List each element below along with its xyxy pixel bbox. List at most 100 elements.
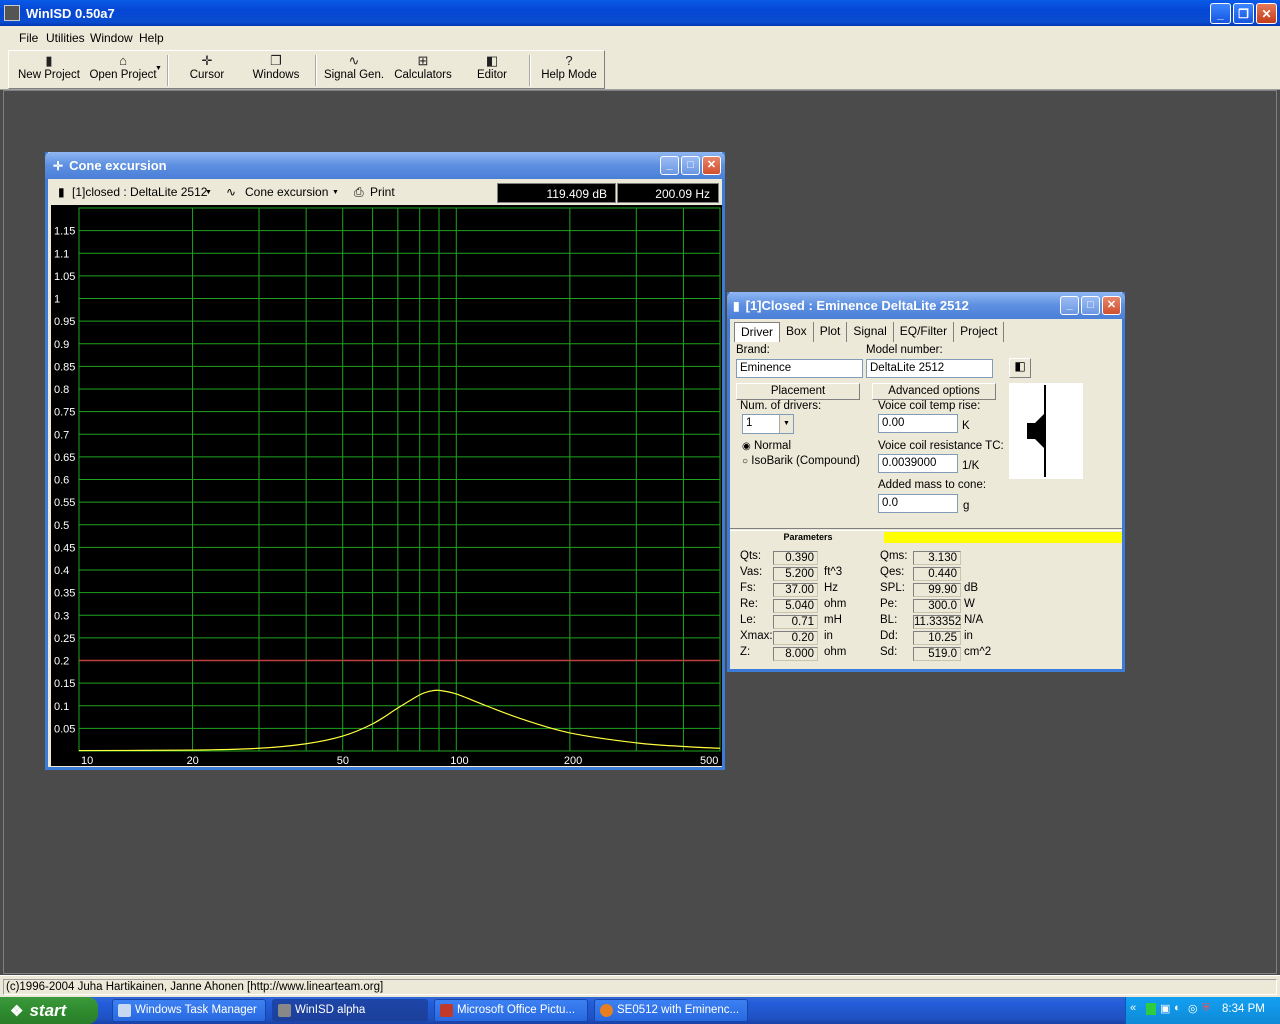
tab-eq-filter[interactable]: EQ/Filter (894, 322, 955, 342)
y-tick-label: 1.05 (54, 271, 75, 283)
left-param-unit: mH (824, 614, 842, 626)
right-param-unit: dB (964, 582, 979, 594)
left-param-unit: ft^3 (824, 566, 843, 578)
added-mass-input[interactable]: 0.0 (878, 494, 958, 513)
calculators-button[interactable]: ⊞ Calculators (391, 53, 455, 87)
tab-project[interactable]: Project (954, 322, 1005, 342)
start-button[interactable]: ❖ start (0, 997, 98, 1024)
driver-window-title: [1]Closed : Eminence DeltaLite 2512 (745, 298, 969, 313)
speaker-editor-icon: ◧ (1014, 359, 1026, 373)
tab-plot[interactable]: Plot (814, 322, 848, 342)
right-param-name: BL: (880, 614, 898, 626)
num-drivers-select[interactable]: 1 ▼ (742, 414, 794, 434)
maximize-button[interactable]: □ (1081, 296, 1100, 315)
y-tick-label: 1.15 (54, 226, 75, 238)
y-tick-label: 0.35 (54, 588, 75, 600)
task-winisd[interactable]: WinISD alpha (272, 999, 428, 1022)
toolbar-separator (315, 55, 317, 86)
tray-volume-icon[interactable]: ◐ (1174, 1002, 1181, 1014)
close-button[interactable]: ✕ (702, 156, 721, 175)
signal-gen-button[interactable]: ∿ Signal Gen. (323, 53, 385, 87)
chevron-down-icon[interactable]: ▼ (332, 189, 339, 196)
y-tick-label: 0.05 (54, 723, 75, 735)
driver-database-button[interactable]: ◧ (1009, 358, 1031, 378)
project-select[interactable]: [1]closed : DeltaLite 2512 (72, 185, 207, 199)
model-input[interactable]: DeltaLite 2512 (866, 359, 993, 378)
help-question-icon: ? (565, 53, 573, 68)
radio-unchecked-icon: ○ (742, 456, 749, 467)
tray-sync-icon[interactable]: ◎ (1188, 1002, 1198, 1015)
cone-excursion-chart: 1.15 1.1 1.05 1 0.95 0.9 0.85 0.8 0.75 0.7 0.65 0.6… (54, 207, 721, 767)
left-param-unit: in (824, 630, 833, 642)
plot-area[interactable]: 1.15 1.1 1.05 1 0.95 0.9 0.85 0.8 0.75 0.7 0.65 0.6… (51, 205, 722, 767)
driver-window-title-bar[interactable]: ▮ [1]Closed : Eminence DeltaLite 2512 _ … (727, 292, 1125, 319)
tray-task-manager-icon[interactable] (1146, 1003, 1156, 1015)
winisd-icon (278, 1004, 291, 1017)
cone-window-title-bar[interactable]: ✛ Cone excursion _ □ ✕ (45, 152, 725, 179)
taskbar: ❖ start Windows Task Manager WinISD alph… (0, 997, 1280, 1024)
menu-help[interactable]: Help (139, 31, 164, 45)
cone-excursion-window: ✛ Cone excursion _ □ ✕ ▮ [1]closed : Del… (45, 152, 725, 770)
left-param-value: 37.00 (773, 583, 818, 597)
menu-window[interactable]: Window (90, 31, 133, 45)
open-project-dropdown-icon[interactable]: ▼ (155, 65, 162, 72)
left-param-unit: ohm (824, 598, 847, 610)
vc-tc-input[interactable]: 0.0039000 (878, 454, 958, 473)
tray-security-icon[interactable]: ⛨ (1202, 1002, 1210, 1015)
x-tick-label: 200 (564, 755, 582, 766)
left-param-value: 8.000 (773, 647, 818, 661)
vc-temp-unit: K (962, 420, 970, 432)
toolbar-separator (529, 55, 531, 86)
tab-signal[interactable]: Signal (847, 322, 894, 342)
tab-driver[interactable]: Driver (734, 322, 780, 342)
chevron-down-icon[interactable]: ▼ (779, 415, 793, 433)
windows-button[interactable]: ❐ Windows (245, 53, 307, 87)
y-tick-label: 0.1 (54, 701, 69, 713)
maximize-button[interactable]: □ (681, 156, 700, 175)
radio-normal[interactable]: ◉ Normal (742, 440, 791, 452)
vc-temp-input[interactable]: 0.00 (878, 414, 958, 433)
driver-window: ▮ [1]Closed : Eminence DeltaLite 2512 _ … (727, 292, 1125, 672)
help-mode-button[interactable]: ? Help Mode (537, 53, 601, 87)
task-browser[interactable]: SE0512 with Eminenc... (594, 999, 748, 1022)
restore-button[interactable]: ❐ (1233, 3, 1254, 24)
minimize-button[interactable]: _ (1210, 3, 1231, 24)
cursor-label: Cursor (189, 69, 225, 81)
task-manager-icon (118, 1004, 131, 1017)
open-project-button[interactable]: ⌂ Open Project (85, 53, 161, 87)
new-project-label: New Project (18, 69, 80, 81)
task-office-picture[interactable]: Microsoft Office Pictu... (434, 999, 588, 1022)
tab-box[interactable]: Box (780, 322, 814, 342)
right-param-name: SPL: (880, 582, 905, 594)
vc-tc-label: Voice coil resistance TC: (878, 440, 1004, 452)
added-mass-label: Added mass to cone: (878, 479, 987, 491)
windows-label: Windows (252, 69, 300, 81)
tray-expand-icon[interactable]: « (1130, 1002, 1136, 1014)
y-tick-label: 0.65 (54, 452, 75, 464)
editor-button[interactable]: ◧ Editor (465, 53, 519, 87)
num-drivers-value: 1 (746, 417, 753, 429)
brand-input[interactable]: Eminence (736, 359, 863, 378)
left-param-name: Re: (740, 598, 758, 610)
task-windows-task-manager[interactable]: Windows Task Manager (112, 999, 266, 1022)
minimize-button[interactable]: _ (660, 156, 679, 175)
radio-isobarik[interactable]: ○ IsoBarik (Compound) (742, 455, 860, 467)
minimize-button[interactable]: _ (1060, 296, 1079, 315)
x-tick-label: 100 (450, 755, 468, 766)
toolbar-separator (167, 55, 169, 86)
tray-network-icon[interactable]: ▣ (1160, 1002, 1170, 1015)
graph-type-select[interactable]: Cone excursion (245, 185, 328, 199)
close-button[interactable]: ✕ (1256, 3, 1277, 24)
brand-label: Brand: (736, 344, 770, 356)
right-param-value: 300.0 (913, 599, 961, 613)
cursor-button[interactable]: ✛ Cursor (177, 53, 237, 87)
chevron-down-icon[interactable]: ▼ (205, 189, 212, 196)
print-button[interactable]: Print (370, 185, 395, 199)
close-button[interactable]: ✕ (1102, 296, 1121, 315)
menu-file[interactable]: File (19, 31, 38, 45)
driver-diagram (1009, 383, 1083, 479)
new-project-button[interactable]: ▮ New Project (17, 53, 81, 87)
menu-utilities[interactable]: Utilities (46, 31, 85, 45)
left-param-value: 0.71 (773, 615, 818, 629)
model-label: Model number: (866, 344, 943, 356)
